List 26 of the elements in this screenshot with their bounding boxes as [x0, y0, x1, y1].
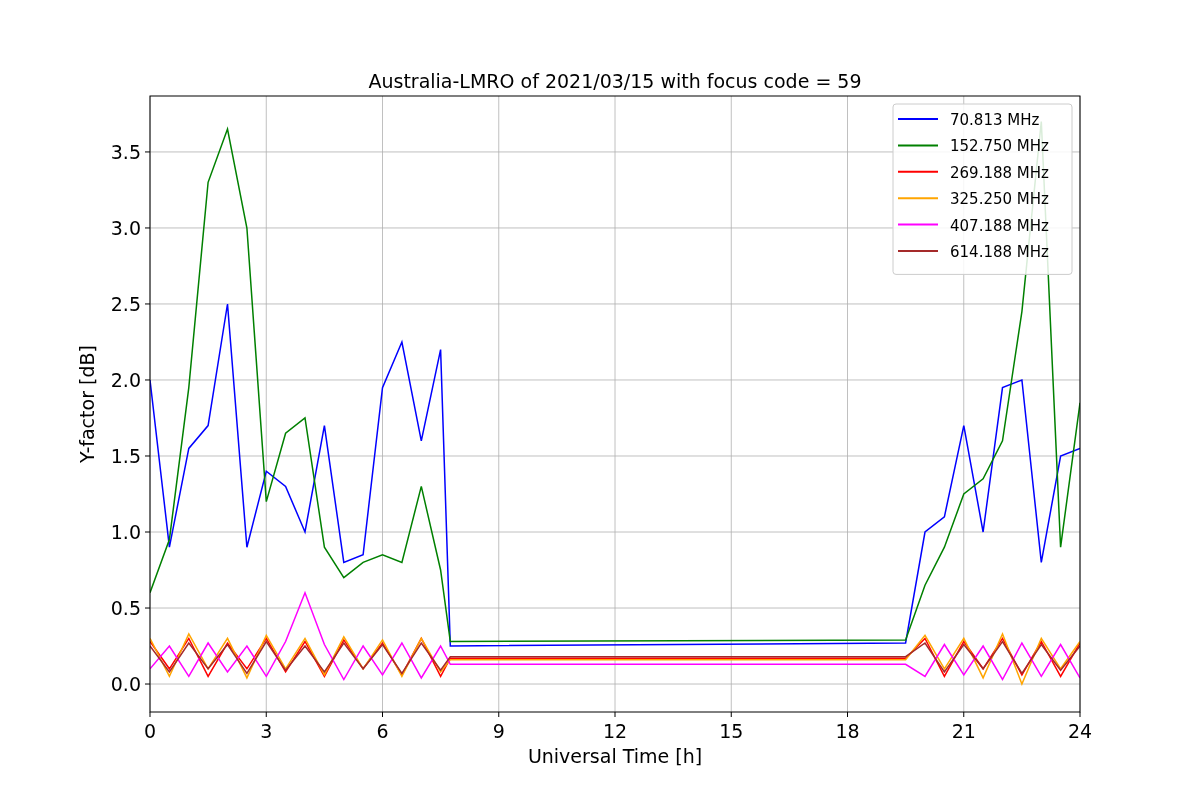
x-axis-label: Universal Time [h]: [527, 745, 703, 767]
legend-label: 325.250 MHz: [950, 190, 1049, 209]
tick-label: 12: [602, 720, 628, 742]
tick-label: 18: [835, 720, 860, 742]
tick-label: 1.0: [110, 521, 141, 543]
tick-label: 3.5: [110, 140, 141, 163]
legend-label: 152.750 MHz: [950, 137, 1049, 156]
tick-label: 21: [951, 720, 976, 742]
tick-label: 0: [143, 720, 157, 742]
chart-title: Australia-LMRO of 2021/03/15 with focus code = 59: [368, 70, 862, 92]
tick-label: 3.0: [110, 216, 141, 239]
tick-label: 0.5: [110, 597, 141, 619]
legend-label: 70.813 MHz: [950, 111, 1040, 129]
legend-label: 614.188 MHz: [950, 243, 1049, 261]
tick-label: 24: [1067, 720, 1093, 742]
tick-label: 6: [376, 720, 389, 742]
tick-label: 15: [719, 720, 744, 742]
legend-label: 407.188 MHz: [950, 216, 1049, 235]
tick-label: 0.0: [110, 673, 141, 696]
tick-label: 2.5: [110, 292, 141, 315]
tick-label: 1.5: [110, 445, 141, 467]
tick-label: 3: [260, 720, 273, 742]
tick-label: 9: [492, 720, 505, 742]
y-axis-label: Y-factor [dB]: [76, 345, 98, 463]
legend-label: 269.188 MHz: [950, 163, 1049, 182]
tick-label: 2.0: [110, 369, 141, 391]
